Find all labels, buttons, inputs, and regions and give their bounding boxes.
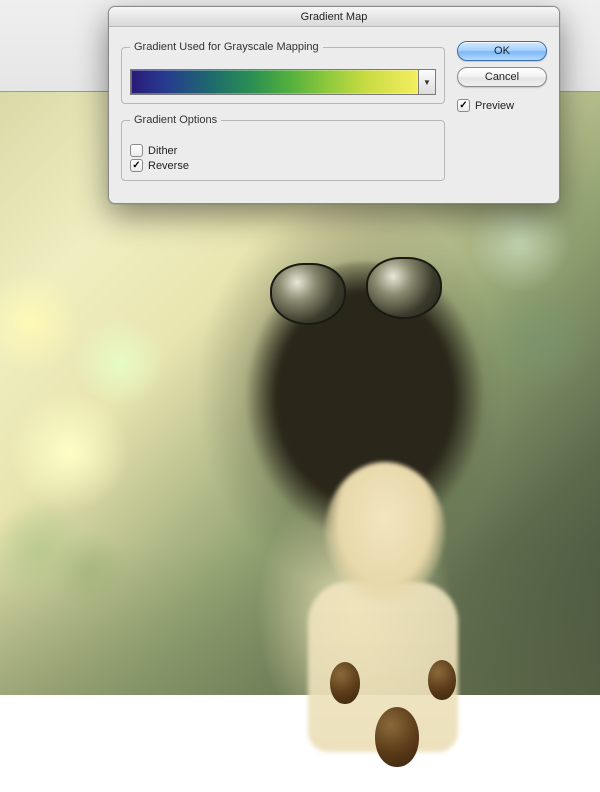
- group-gradient-options: Gradient Options Dither Reverse: [121, 114, 445, 181]
- gradient-picker-dropdown[interactable]: ▼: [418, 69, 436, 95]
- preview-label: Preview: [475, 100, 514, 112]
- reverse-label: Reverse: [148, 160, 189, 172]
- cancel-button[interactable]: Cancel: [457, 67, 547, 87]
- ok-button[interactable]: OK: [457, 41, 547, 61]
- group-gradient-mapping-legend: Gradient Used for Grayscale Mapping: [130, 41, 323, 53]
- gradient-map-dialog: Gradient Map Gradient Used for Grayscale…: [108, 6, 560, 204]
- reverse-checkbox[interactable]: [130, 159, 143, 172]
- gradient-preview-bar[interactable]: [130, 69, 418, 95]
- preview-checkbox[interactable]: [457, 99, 470, 112]
- group-gradient-options-legend: Gradient Options: [130, 114, 221, 126]
- dither-label: Dither: [148, 145, 177, 157]
- dialog-title: Gradient Map: [109, 7, 559, 27]
- dither-checkbox[interactable]: [130, 144, 143, 157]
- group-gradient-mapping: Gradient Used for Grayscale Mapping ▼: [121, 41, 445, 104]
- chevron-down-icon: ▼: [423, 78, 431, 87]
